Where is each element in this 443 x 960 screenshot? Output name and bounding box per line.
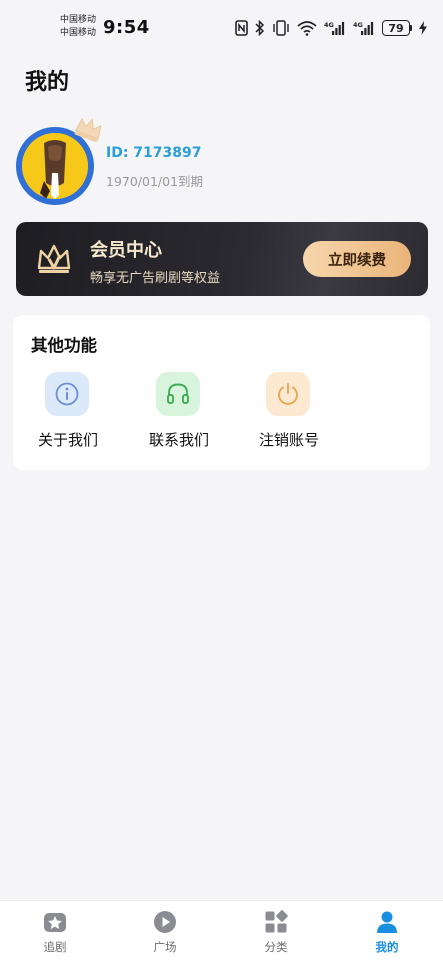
user-icon <box>377 911 397 933</box>
tab-mine-label: 我的 <box>375 940 399 954</box>
carrier-1: 中国移动 <box>60 15 97 25</box>
tab-mine[interactable]: 我的 <box>332 901 442 960</box>
about-us-item[interactable]: 关于我们 <box>23 372 113 457</box>
vip-crown-icon <box>37 244 71 273</box>
vibrate-icon <box>273 20 289 36</box>
contact-icon-tile <box>156 372 200 416</box>
headset-icon <box>167 383 189 404</box>
status-icons: 4G 4G 79 <box>235 18 427 38</box>
info-icon <box>55 382 79 406</box>
membership-expiry: 1970/01/01到期 <box>106 174 204 189</box>
section-title: 其他功能 <box>31 336 97 355</box>
carrier-info: 中国移动 中国移动 <box>60 14 96 40</box>
tab-square-label: 广场 <box>153 940 177 954</box>
tab-category[interactable]: 分类 <box>221 901 331 960</box>
cancel-account-label: 注销账号 <box>258 431 319 449</box>
battery-level: 79 <box>382 20 410 36</box>
renew-button[interactable]: 立即续费 <box>303 241 411 277</box>
about-us-label: 关于我们 <box>37 431 98 449</box>
power-icon <box>278 383 298 405</box>
charging-icon <box>419 21 427 35</box>
bottom-navigation: 追剧 广场 分类 我的 <box>0 900 443 960</box>
tab-follow-label: 追剧 <box>43 940 67 954</box>
status-time: 9:54 <box>103 17 150 38</box>
nfc-icon <box>235 20 248 36</box>
vip-subtitle: 畅享无广告刷剧等权益 <box>90 271 221 286</box>
category-icon <box>265 910 288 933</box>
tab-follow[interactable]: 追剧 <box>0 901 110 960</box>
battery-indicator: 79 <box>382 20 412 36</box>
cancel-account-item[interactable]: 注销账号 <box>244 372 334 457</box>
tab-square[interactable]: 广场 <box>110 901 220 960</box>
signal-icon-2: 4G <box>353 21 374 35</box>
status-bar: 中国移动 中国移动 9:54 4G 4G 79 <box>0 0 443 56</box>
play-icon <box>154 911 176 933</box>
wifi-icon <box>297 21 317 36</box>
tab-category-label: 分类 <box>264 940 288 954</box>
signal-icon-1: 4G <box>324 21 345 35</box>
star-icon <box>44 913 66 932</box>
page-title: 我的 <box>25 70 70 95</box>
avatar-crown-icon <box>74 117 102 143</box>
vip-title: 会员中心 <box>90 240 162 261</box>
user-id: ID: 7173897 <box>106 145 202 161</box>
carrier-2: 中国移动 <box>60 28 97 38</box>
svg-text:4G: 4G <box>353 21 363 29</box>
svg-text:4G: 4G <box>324 21 334 29</box>
cancel-icon-tile <box>266 372 310 416</box>
bluetooth-icon <box>255 20 265 36</box>
about-icon-tile <box>45 372 89 416</box>
contact-us-item[interactable]: 联系我们 <box>134 372 224 457</box>
contact-us-label: 联系我们 <box>148 431 209 449</box>
other-functions-card: 其他功能 关于我们 联系我们 注销账号 <box>13 315 430 470</box>
battery-tip <box>410 25 412 31</box>
vip-card[interactable]: 会员中心 畅享无广告刷剧等权益 立即续费 <box>16 222 428 296</box>
